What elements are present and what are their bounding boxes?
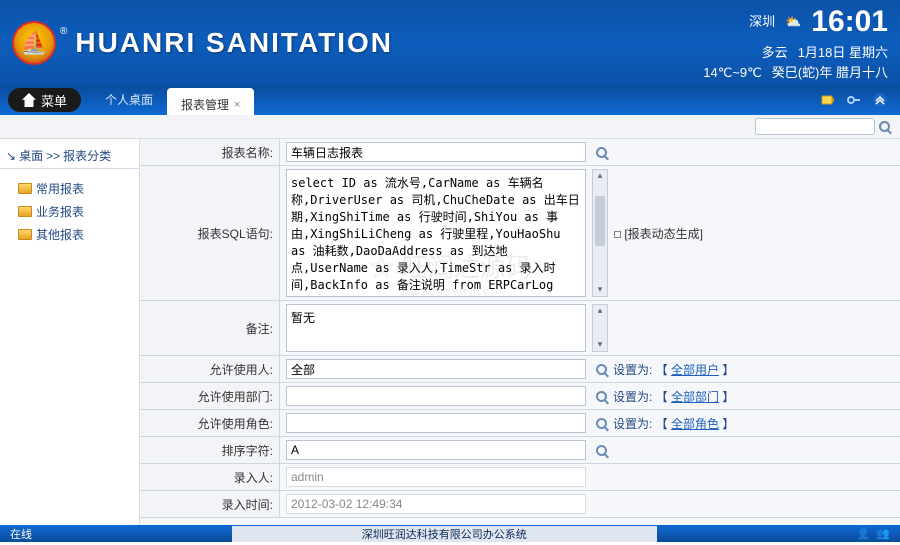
tab-report-manage[interactable]: 报表管理 × xyxy=(167,88,254,115)
close-icon[interactable]: × xyxy=(234,99,240,111)
allow-dept-input[interactable] xyxy=(286,386,586,406)
city-label: 深圳 xyxy=(749,13,775,31)
weather-text: 多云 xyxy=(762,44,788,62)
battery-icon[interactable] xyxy=(820,92,836,108)
label-sql: 报表SQL语句: xyxy=(140,166,280,300)
allow-role-input[interactable] xyxy=(286,413,586,433)
clock-time: 16:01 xyxy=(811,2,888,43)
label-entry-time: 录入时间: xyxy=(140,491,280,517)
menu-label: 菜单 xyxy=(41,91,67,110)
link-all-roles[interactable]: 全部角色 xyxy=(671,417,719,431)
link-all-users[interactable]: 全部用户 xyxy=(671,363,719,377)
main-menu-button[interactable]: 菜单 xyxy=(8,88,81,112)
label-sort: 排序字符: xyxy=(140,437,280,463)
link-all-depts[interactable]: 全部部门 xyxy=(671,390,719,404)
sort-input[interactable] xyxy=(286,440,586,460)
sql-textarea[interactable]: select ID as 流水号,CarName as 车辆名称,DriverU… xyxy=(286,169,586,297)
scrollbar[interactable]: ▴▾ xyxy=(592,304,608,352)
tab-personal-desktop[interactable]: 个人桌面 xyxy=(91,85,167,115)
chevron-icon: ↘ xyxy=(6,149,16,163)
crumb-category[interactable]: 报表分类 xyxy=(63,147,111,164)
dynamic-label: [报表动态生成] xyxy=(624,227,703,241)
weather-icon: ⛅ xyxy=(785,13,801,31)
search-bar xyxy=(0,115,900,139)
collapse-icon[interactable] xyxy=(872,92,888,108)
form-panel: 报表名称: 报表SQL语句: select ID as 流水号,CarName … xyxy=(140,139,900,525)
search-input[interactable] xyxy=(755,118,875,135)
search-icon[interactable] xyxy=(879,121,890,132)
report-tree: 常用报表 业务报表 其他报表 xyxy=(0,169,139,254)
label-allow-user: 允许使用人: xyxy=(140,356,280,382)
home-icon xyxy=(22,93,36,107)
folder-icon xyxy=(18,206,32,217)
entry-time-field xyxy=(286,494,586,514)
scrollbar[interactable]: ▴▾ xyxy=(592,169,608,297)
header-info: 深圳 ⛅ 16:01 多云 1月18日 星期六 14℃~9℃ 癸巳(蛇)年 腊月… xyxy=(703,2,888,84)
label-allow-role: 允许使用角色: xyxy=(140,410,280,436)
crumb-sep: >> xyxy=(46,149,60,163)
lookup-icon[interactable] xyxy=(596,147,607,158)
user-icon[interactable]: 👤 xyxy=(857,527,871,540)
date-text: 1月18日 星期六 xyxy=(798,44,888,62)
lookup-icon[interactable] xyxy=(596,445,607,456)
tree-item-common[interactable]: 常用报表 xyxy=(4,177,135,200)
report-name-input[interactable] xyxy=(286,142,586,162)
app-header: ⛵ ® HUANRI SANITATION 深圳 ⛅ 16:01 多云 1月18… xyxy=(0,0,900,85)
tab-report-label: 报表管理 xyxy=(181,96,229,113)
sidebar: ↘ 桌面 >> 报表分类 常用报表 业务报表 其他报表 xyxy=(0,139,140,525)
entry-user-field xyxy=(286,467,586,487)
label-entry-user: 录入人: xyxy=(140,464,280,490)
online-status: 在线 xyxy=(10,526,32,542)
lookup-icon[interactable] xyxy=(596,364,607,375)
note-textarea[interactable]: 暂无 xyxy=(286,304,586,352)
folder-icon xyxy=(18,229,32,240)
crumb-desktop[interactable]: 桌面 xyxy=(19,147,43,164)
temp-text: 14℃~9℃ xyxy=(703,64,761,82)
label-note: 备注: xyxy=(140,301,280,355)
lookup-icon[interactable] xyxy=(596,391,607,402)
users-icon[interactable]: 👥 xyxy=(876,527,890,540)
nav-bar: 菜单 个人桌面 报表管理 × xyxy=(0,85,900,115)
breadcrumb: ↘ 桌面 >> 报表分类 xyxy=(0,143,139,169)
checkbox-dynamic[interactable] xyxy=(614,231,621,238)
app-logo: ⛵ xyxy=(12,21,56,65)
tree-item-business[interactable]: 业务报表 xyxy=(4,200,135,223)
key-icon[interactable] xyxy=(846,92,862,108)
footer-company: 深圳旺润达科技有限公司办公系统 xyxy=(232,526,657,542)
folder-icon xyxy=(18,183,32,194)
label-allow-dept: 允许使用部门: xyxy=(140,383,280,409)
lookup-icon[interactable] xyxy=(596,418,607,429)
registered-mark: ® xyxy=(60,26,67,37)
app-title: HUANRI SANITATION xyxy=(75,27,393,59)
label-report-name: 报表名称: xyxy=(140,139,280,165)
status-bar: 在线 深圳旺润达科技有限公司办公系统 👤 👥 xyxy=(0,525,900,542)
lunar-text: 癸巳(蛇)年 腊月十八 xyxy=(772,64,888,82)
allow-user-input[interactable] xyxy=(286,359,586,379)
tree-item-other[interactable]: 其他报表 xyxy=(4,223,135,246)
